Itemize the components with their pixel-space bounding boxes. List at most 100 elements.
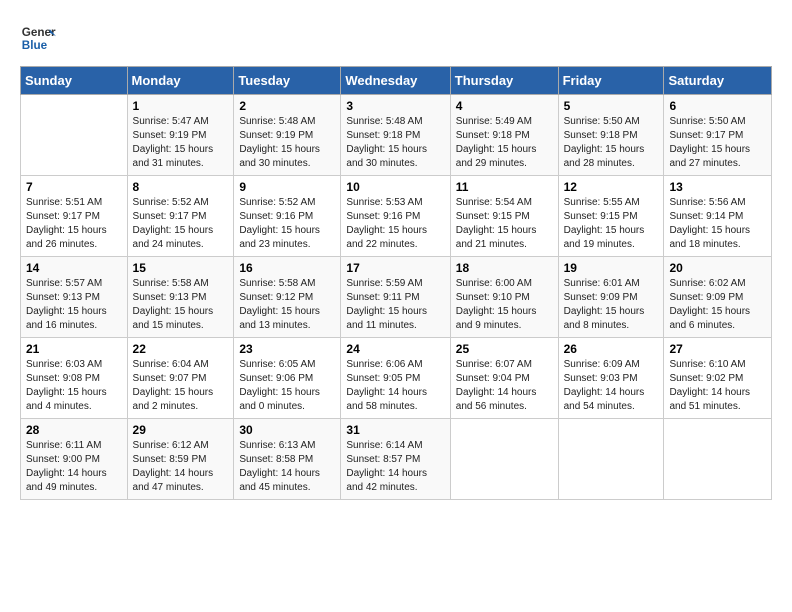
day-number: 11 (456, 180, 553, 194)
calendar-cell: 1Sunrise: 5:47 AM Sunset: 9:19 PM Daylig… (127, 95, 234, 176)
day-info: Sunrise: 6:02 AM Sunset: 9:09 PM Dayligh… (669, 277, 766, 333)
calendar-cell: 2 Sunrise: 5:48 AM Sunset: 9:19 PM Daylig… (234, 95, 341, 176)
day-number: 5 (564, 99, 659, 113)
calendar-cell: 10 Sunrise: 5:53 AM Sunset: 9:16 PM Dayli… (341, 176, 450, 257)
day-info: Sunrise: 6:13 AM Sunset: 8:58 PM Dayligh… (239, 439, 335, 495)
day-number: 19 (564, 261, 659, 275)
day-info: Sunrise: 5:59 AM Sunset: 9:11 PM Dayligh… (346, 277, 444, 333)
calendar-cell: 20 Sunrise: 6:02 AM Sunset: 9:09 PM Dayli… (664, 257, 772, 338)
calendar-header: SundayMondayTuesdayWednesdayThursdayFrid… (21, 67, 772, 95)
day-info: Sunrise: 6:12 AM Sunset: 8:59 PM Dayligh… (133, 439, 229, 495)
day-number: 26 (564, 342, 659, 356)
calendar-cell: 27 Sunrise: 6:10 AM Sunset: 9:02 PM Dayli… (664, 338, 772, 419)
day-info: Sunrise: 5:52 AM Sunset: 9:16 PM Dayligh… (239, 196, 335, 252)
day-info: Sunrise: 5:52 AM Sunset: 9:17 PM Dayligh… (133, 196, 229, 252)
day-info: Sunrise: 5:48 AM Sunset: 9:19 PM Dayligh… (239, 115, 335, 171)
page-header: General Blue (20, 20, 772, 56)
calendar-cell: 24Sunrise: 6:06 AM Sunset: 9:05 PM Dayli… (341, 338, 450, 419)
day-info: Sunrise: 5:50 AM Sunset: 9:17 PM Dayligh… (669, 115, 766, 171)
calendar-cell: 16 Sunrise: 5:58 AM Sunset: 9:12 PM Dayli… (234, 257, 341, 338)
day-info: Sunrise: 5:49 AM Sunset: 9:18 PM Dayligh… (456, 115, 553, 171)
day-info: Sunrise: 5:58 AM Sunset: 9:13 PM Dayligh… (133, 277, 229, 333)
calendar-cell: 18 Sunrise: 6:00 AM Sunset: 9:10 PM Dayli… (450, 257, 558, 338)
day-info: Sunrise: 5:53 AM Sunset: 9:16 PM Dayligh… (346, 196, 444, 252)
day-info: Sunrise: 6:03 AM Sunset: 9:08 PM Dayligh… (26, 358, 122, 414)
day-number: 21 (26, 342, 122, 356)
day-info: Sunrise: 5:55 AM Sunset: 9:15 PM Dayligh… (564, 196, 659, 252)
calendar-cell: 23 Sunrise: 6:05 AM Sunset: 9:06 PM Dayli… (234, 338, 341, 419)
calendar-cell: 28 Sunrise: 6:11 AM Sunset: 9:00 PM Dayli… (21, 419, 128, 500)
day-number: 17 (346, 261, 444, 275)
day-number: 28 (26, 423, 122, 437)
week-row-1: 1Sunrise: 5:47 AM Sunset: 9:19 PM Daylig… (21, 95, 772, 176)
day-info: Sunrise: 5:58 AM Sunset: 9:12 PM Dayligh… (239, 277, 335, 333)
week-row-2: 7Sunrise: 5:51 AM Sunset: 9:17 PM Daylig… (21, 176, 772, 257)
calendar-cell: 6 Sunrise: 5:50 AM Sunset: 9:17 PM Daylig… (664, 95, 772, 176)
day-number: 14 (26, 261, 122, 275)
header-day-tuesday: Tuesday (234, 67, 341, 95)
calendar-cell: 4Sunrise: 5:49 AM Sunset: 9:18 PM Daylig… (450, 95, 558, 176)
day-number: 16 (239, 261, 335, 275)
day-info: Sunrise: 6:00 AM Sunset: 9:10 PM Dayligh… (456, 277, 553, 333)
day-number: 30 (239, 423, 335, 437)
day-info: Sunrise: 5:51 AM Sunset: 9:17 PM Dayligh… (26, 196, 122, 252)
day-info: Sunrise: 5:50 AM Sunset: 9:18 PM Dayligh… (564, 115, 659, 171)
calendar-cell: 13 Sunrise: 5:56 AM Sunset: 9:14 PM Dayli… (664, 176, 772, 257)
calendar-cell: 30 Sunrise: 6:13 AM Sunset: 8:58 PM Dayli… (234, 419, 341, 500)
calendar-table: SundayMondayTuesdayWednesdayThursdayFrid… (20, 66, 772, 500)
calendar-cell (558, 419, 664, 500)
day-number: 13 (669, 180, 766, 194)
day-info: Sunrise: 5:48 AM Sunset: 9:18 PM Dayligh… (346, 115, 444, 171)
day-number: 27 (669, 342, 766, 356)
day-number: 2 (239, 99, 335, 113)
day-info: Sunrise: 6:09 AM Sunset: 9:03 PM Dayligh… (564, 358, 659, 414)
day-info: Sunrise: 6:05 AM Sunset: 9:06 PM Dayligh… (239, 358, 335, 414)
day-number: 10 (346, 180, 444, 194)
day-info: Sunrise: 5:56 AM Sunset: 9:14 PM Dayligh… (669, 196, 766, 252)
day-number: 3 (346, 99, 444, 113)
header-day-friday: Friday (558, 67, 664, 95)
header-day-sunday: Sunday (21, 67, 128, 95)
day-number: 12 (564, 180, 659, 194)
calendar-cell: 9 Sunrise: 5:52 AM Sunset: 9:16 PM Daylig… (234, 176, 341, 257)
day-info: Sunrise: 6:11 AM Sunset: 9:00 PM Dayligh… (26, 439, 122, 495)
week-row-3: 14 Sunrise: 5:57 AM Sunset: 9:13 PM Dayli… (21, 257, 772, 338)
day-number: 8 (133, 180, 229, 194)
calendar-cell: 15Sunrise: 5:58 AM Sunset: 9:13 PM Dayli… (127, 257, 234, 338)
calendar-cell: 7Sunrise: 5:51 AM Sunset: 9:17 PM Daylig… (21, 176, 128, 257)
day-number: 18 (456, 261, 553, 275)
day-number: 29 (133, 423, 229, 437)
calendar-cell: 26 Sunrise: 6:09 AM Sunset: 9:03 PM Dayli… (558, 338, 664, 419)
day-number: 1 (133, 99, 229, 113)
calendar-cell: 25 Sunrise: 6:07 AM Sunset: 9:04 PM Dayli… (450, 338, 558, 419)
day-info: Sunrise: 5:57 AM Sunset: 9:13 PM Dayligh… (26, 277, 122, 333)
day-number: 31 (346, 423, 444, 437)
day-number: 22 (133, 342, 229, 356)
day-info: Sunrise: 6:10 AM Sunset: 9:02 PM Dayligh… (669, 358, 766, 414)
week-row-5: 28 Sunrise: 6:11 AM Sunset: 9:00 PM Dayli… (21, 419, 772, 500)
calendar-body: 1Sunrise: 5:47 AM Sunset: 9:19 PM Daylig… (21, 95, 772, 500)
header-row: SundayMondayTuesdayWednesdayThursdayFrid… (21, 67, 772, 95)
calendar-cell: 19 Sunrise: 6:01 AM Sunset: 9:09 PM Dayli… (558, 257, 664, 338)
calendar-cell (664, 419, 772, 500)
day-info: Sunrise: 6:06 AM Sunset: 9:05 PM Dayligh… (346, 358, 444, 414)
calendar-cell (21, 95, 128, 176)
day-number: 6 (669, 99, 766, 113)
day-number: 23 (239, 342, 335, 356)
header-day-monday: Monday (127, 67, 234, 95)
calendar-cell: 21 Sunrise: 6:03 AM Sunset: 9:08 PM Dayli… (21, 338, 128, 419)
calendar-cell: 22 Sunrise: 6:04 AM Sunset: 9:07 PM Dayli… (127, 338, 234, 419)
day-info: Sunrise: 6:01 AM Sunset: 9:09 PM Dayligh… (564, 277, 659, 333)
day-number: 20 (669, 261, 766, 275)
calendar-cell: 5 Sunrise: 5:50 AM Sunset: 9:18 PM Daylig… (558, 95, 664, 176)
header-day-saturday: Saturday (664, 67, 772, 95)
logo: General Blue (20, 20, 60, 56)
week-row-4: 21 Sunrise: 6:03 AM Sunset: 9:08 PM Dayli… (21, 338, 772, 419)
day-number: 9 (239, 180, 335, 194)
calendar-cell: 29 Sunrise: 6:12 AM Sunset: 8:59 PM Dayli… (127, 419, 234, 500)
calendar-cell: 8 Sunrise: 5:52 AM Sunset: 9:17 PM Daylig… (127, 176, 234, 257)
day-number: 25 (456, 342, 553, 356)
day-info: Sunrise: 6:04 AM Sunset: 9:07 PM Dayligh… (133, 358, 229, 414)
day-info: Sunrise: 6:07 AM Sunset: 9:04 PM Dayligh… (456, 358, 553, 414)
calendar-cell: 3 Sunrise: 5:48 AM Sunset: 9:18 PM Daylig… (341, 95, 450, 176)
